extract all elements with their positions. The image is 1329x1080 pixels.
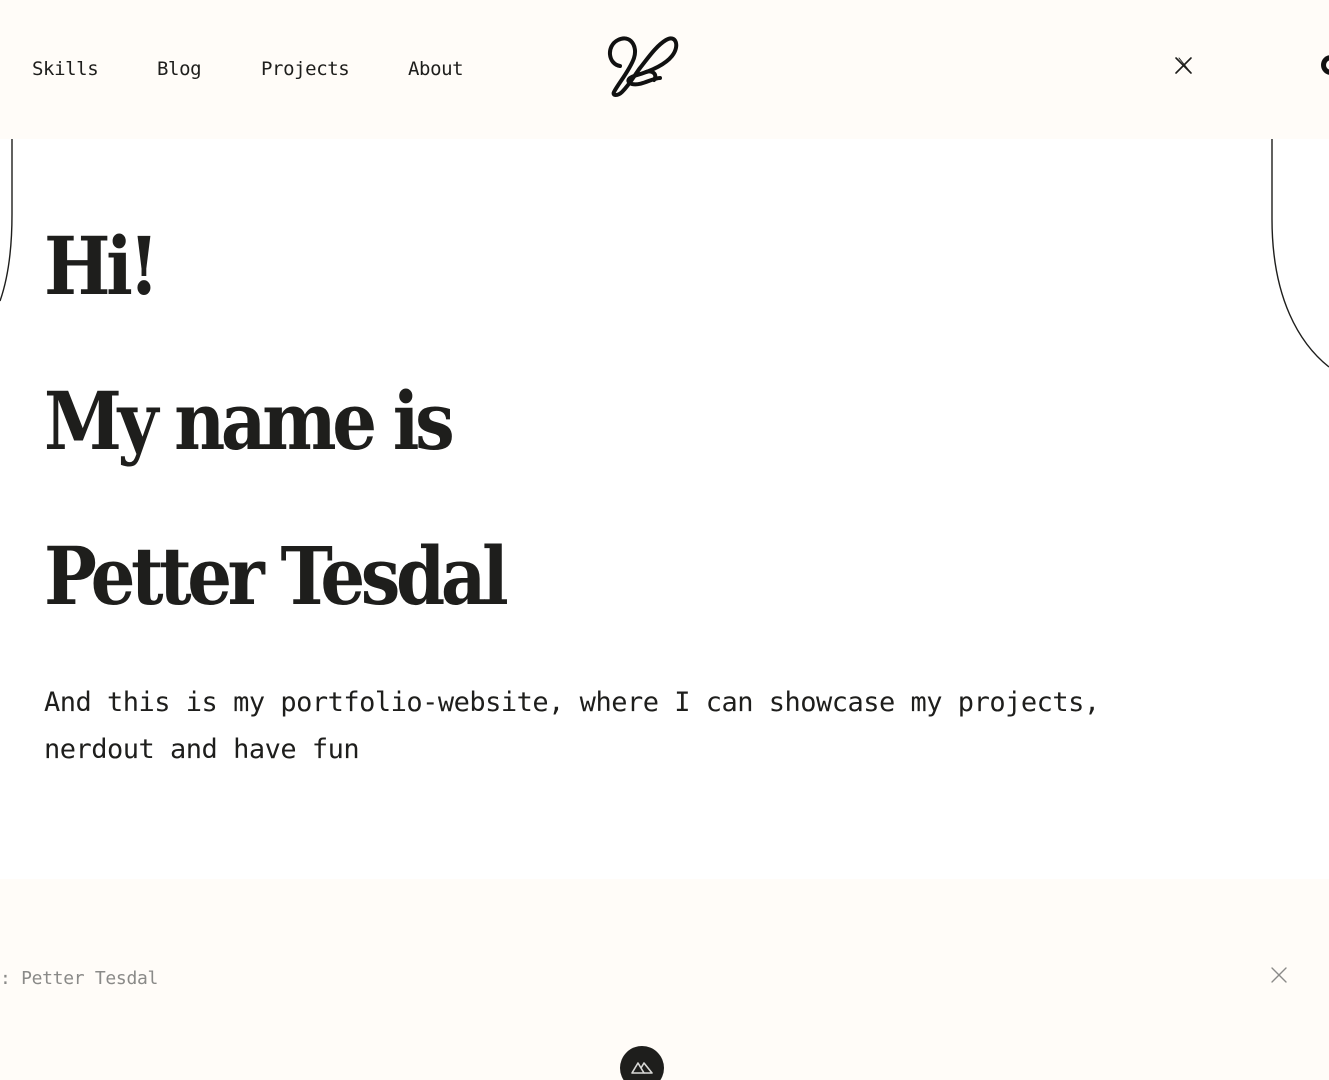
nav-link-about[interactable]: About	[408, 56, 464, 82]
hero-name: Petter Tesdal	[44, 529, 509, 623]
footer-x-icon[interactable]	[1270, 966, 1288, 984]
nav-link-skills[interactable]: Skills	[32, 56, 99, 82]
nav-link-blog[interactable]: Blog	[157, 56, 202, 82]
site-footer	[0, 879, 1329, 1080]
copyright-text: : Petter Tesdal	[0, 968, 159, 989]
hero-greeting: Hi!	[44, 219, 159, 313]
hero-intro-text: And this is my portfolio-website, where …	[44, 687, 1100, 765]
x-icon[interactable]	[1174, 56, 1193, 75]
github-icon[interactable]	[1319, 53, 1329, 77]
nav-link-projects[interactable]: Projects	[261, 56, 350, 82]
site-header: Skills Blog Projects About	[0, 0, 1329, 139]
hero-name-intro: My name is	[44, 374, 455, 468]
decorative-curve-right	[1271, 139, 1329, 368]
logo-icon[interactable]	[604, 32, 680, 98]
decorative-curve-left	[0, 139, 13, 302]
